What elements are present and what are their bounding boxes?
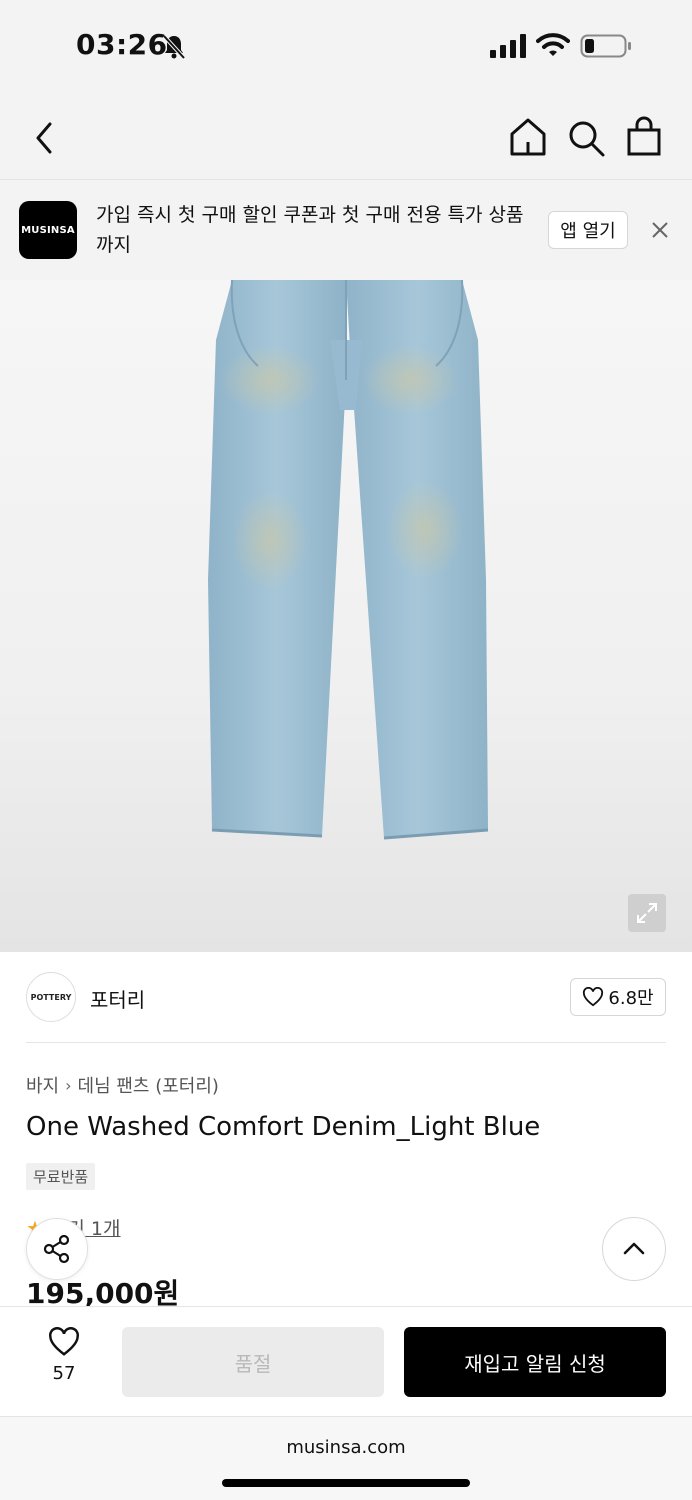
bottom-action-bar: 57 품절 재입고 알림 신청 — [0, 1306, 692, 1416]
back-icon[interactable] — [28, 116, 64, 160]
restock-alert-button[interactable]: 재입고 알림 신청 — [404, 1327, 666, 1397]
expand-image-button[interactable] — [628, 894, 666, 932]
breadcrumb: 바지 › 데님 팬츠 (포터리) — [26, 1072, 219, 1098]
battery-icon — [580, 34, 631, 58]
search-icon[interactable] — [566, 118, 606, 158]
free-return-badge: 무료반품 — [26, 1163, 96, 1190]
home-icon[interactable] — [508, 116, 548, 158]
breadcrumb-item[interactable]: 바지 — [26, 1072, 59, 1098]
nav-bar — [0, 96, 692, 180]
divider — [26, 1042, 666, 1043]
promo-message: 가입 즉시 첫 구매 할인 쿠폰과 첫 구매 전용 특가 상품까지 — [96, 204, 524, 256]
chevron-right-icon: › — [65, 1075, 72, 1095]
soldout-button: 품절 — [122, 1327, 384, 1397]
jeans-illustration — [208, 280, 489, 840]
wishlist-count: 57 — [52, 1363, 76, 1384]
browser-url-bar[interactable]: musinsa.com — [0, 1416, 692, 1500]
expand-icon — [637, 903, 657, 923]
product-title: One Washed Comfort Denim_Light Blue — [26, 1112, 541, 1142]
heart-icon — [583, 987, 604, 1007]
heart-icon — [49, 1327, 79, 1356]
home-indicator[interactable] — [222, 1479, 470, 1487]
brand-like-count: 6.8만 — [608, 988, 654, 1009]
brand-logo[interactable]: POTTERY — [26, 972, 76, 1022]
share-icon — [43, 1234, 70, 1264]
musinsa-logo: MUSINSA — [19, 201, 77, 259]
url-text[interactable]: musinsa.com — [0, 1437, 692, 1458]
scroll-top-button[interactable] — [602, 1217, 666, 1281]
wifi-icon — [536, 33, 570, 56]
status-bar: 03:26 — [0, 0, 692, 96]
app-promo-banner: MUSINSA 가입 즉시 첫 구매 할인 쿠폰과 첫 구매 전용 특가 상품까… — [0, 180, 692, 280]
bag-icon[interactable] — [624, 116, 664, 158]
wishlist-button[interactable]: 57 — [30, 1327, 98, 1391]
chevron-up-icon — [623, 1242, 645, 1255]
open-app-button[interactable]: 앱 열기 — [548, 211, 628, 249]
brand-like-button[interactable]: 6.8만 — [570, 978, 666, 1016]
bell-off-icon — [162, 34, 186, 60]
close-icon[interactable] — [646, 216, 674, 244]
product-image[interactable] — [0, 280, 692, 952]
signal-icon — [490, 34, 526, 58]
share-button[interactable] — [26, 1218, 88, 1280]
brand-row: POTTERY 포터리 6.8만 — [26, 970, 666, 1026]
breadcrumb-item[interactable]: 데님 팬츠 (포터리) — [78, 1072, 219, 1098]
brand-name[interactable]: 포터리 — [90, 984, 145, 1013]
status-time: 03:26 — [76, 28, 168, 61]
